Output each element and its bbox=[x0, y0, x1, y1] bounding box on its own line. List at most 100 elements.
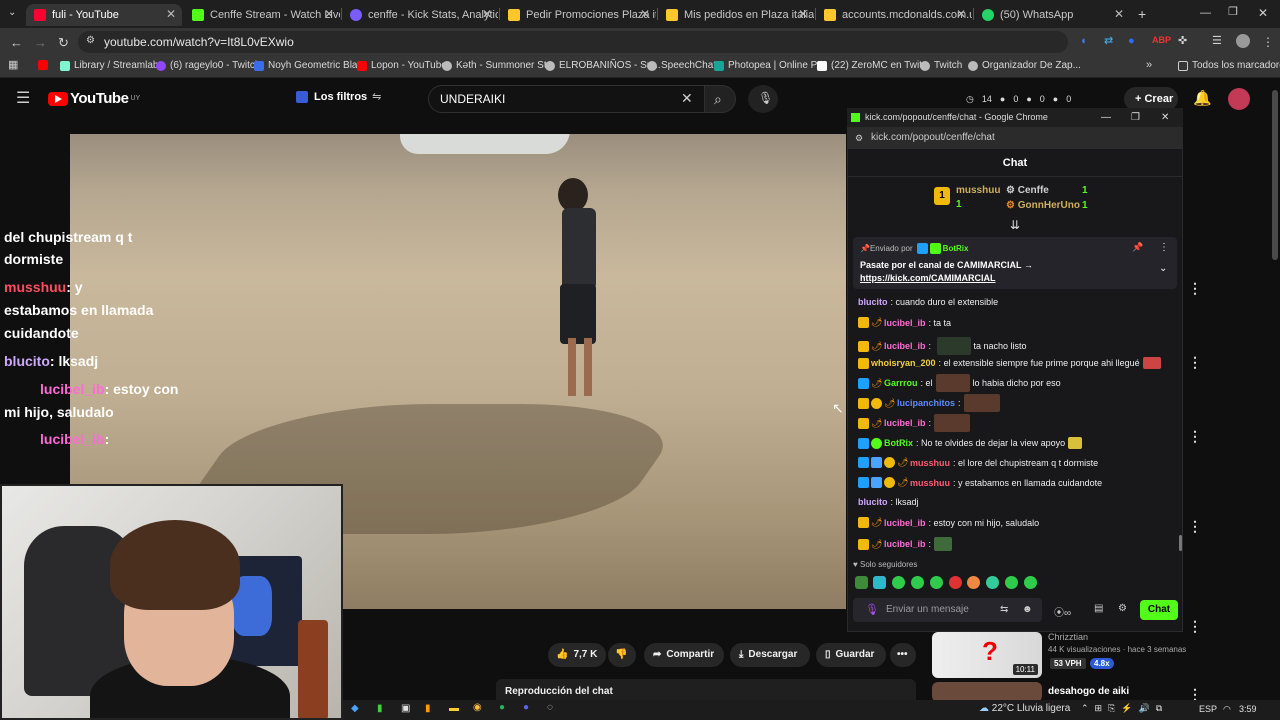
share-button[interactable]: ➦ Compartir bbox=[644, 643, 724, 667]
hamburger-icon[interactable]: ☰ bbox=[16, 91, 30, 107]
bookmark-item[interactable]: Lopon - YouTube bbox=[357, 60, 447, 71]
rewards-icon[interactable]: ⦿∞ bbox=[1054, 604, 1071, 619]
expand-leaderboard-icon[interactable]: ⇊ bbox=[1010, 218, 1020, 232]
maximize-icon[interactable]: ❐ bbox=[1228, 7, 1238, 18]
app-icon[interactable]: ▣ bbox=[401, 703, 410, 714]
close-window-icon[interactable]: ✕ bbox=[1258, 7, 1268, 19]
youtube-logo[interactable]: YouTube UY bbox=[48, 90, 140, 107]
more-actions-button[interactable]: ••• bbox=[890, 643, 916, 667]
language-indicator[interactable]: ESP bbox=[1199, 704, 1217, 714]
apps-grid-icon[interactable]: ▦ bbox=[8, 60, 18, 71]
close-icon[interactable]: ✕ bbox=[956, 7, 966, 21]
more-options-icon[interactable]: ⋮ bbox=[1188, 354, 1202, 371]
site-info-icon[interactable]: ⚙ bbox=[855, 127, 863, 149]
like-button[interactable]: 👍 7,7 K bbox=[548, 643, 606, 667]
wifi-icon[interactable]: ◠ bbox=[1223, 704, 1231, 715]
tab-mis-pedidos[interactable]: Mis pedidos en Plaza italia itl | ✕ bbox=[658, 4, 814, 26]
emote[interactable] bbox=[855, 576, 868, 589]
download-button[interactable]: ⤓ Descargar bbox=[730, 643, 810, 667]
reload-icon[interactable]: ↻ bbox=[58, 36, 69, 49]
minimize-icon[interactable]: — bbox=[1200, 8, 1211, 19]
more-options-icon[interactable]: ⋮ bbox=[1188, 518, 1202, 535]
mic-icon[interactable]: 🎙 bbox=[865, 603, 879, 616]
emote[interactable] bbox=[1005, 576, 1018, 589]
scrollbar[interactable] bbox=[1272, 90, 1278, 260]
forward-icon[interactable]: → bbox=[34, 36, 47, 49]
reading-list-icon[interactable]: ☰ bbox=[1212, 36, 1222, 47]
weather-widget[interactable]: ☁ 22°C Lluvia ligera bbox=[979, 703, 1070, 714]
tab-whatsapp[interactable]: (50) WhatsApp ✕ bbox=[974, 4, 1130, 26]
bookmark-item[interactable]: Photopea | Online P... bbox=[714, 60, 824, 71]
bookmark-item[interactable] bbox=[38, 60, 52, 70]
emote[interactable] bbox=[967, 576, 980, 589]
extensions-puzzle-icon[interactable]: ✜ bbox=[1178, 36, 1187, 47]
emote[interactable] bbox=[1024, 576, 1037, 589]
filters-button[interactable]: Los filtros ⇋ bbox=[296, 90, 381, 103]
extension-icon[interactable]: ⇄ bbox=[1104, 36, 1113, 47]
emote[interactable] bbox=[986, 576, 999, 589]
emoji-icon[interactable]: ☻ bbox=[1022, 604, 1033, 615]
search-button[interactable]: ⌕ bbox=[704, 85, 736, 113]
translate-icon[interactable]: ⇆ bbox=[1000, 604, 1008, 615]
app-icon[interactable]: ▮ bbox=[425, 703, 431, 714]
emote[interactable] bbox=[930, 576, 943, 589]
side-video-thumbnail[interactable] bbox=[932, 682, 1042, 702]
side-video-title[interactable]: desahogo de aiki bbox=[1048, 686, 1129, 697]
bookmark-item[interactable]: Twitch bbox=[920, 60, 962, 71]
minimize-icon[interactable]: — bbox=[1101, 108, 1111, 127]
back-icon[interactable]: ← bbox=[10, 36, 23, 49]
dislike-button[interactable]: 👎 bbox=[608, 643, 636, 667]
channel-name[interactable]: Chrizztian bbox=[1048, 632, 1088, 642]
bookmark-item[interactable]: Kəth - Summoner St... bbox=[442, 60, 555, 71]
discord-icon[interactable]: ● bbox=[523, 702, 529, 713]
bookmark-item[interactable]: Library / Streamlabs bbox=[60, 60, 163, 71]
profile-avatar[interactable] bbox=[1236, 34, 1250, 48]
folder-icon[interactable]: ▬ bbox=[449, 703, 459, 714]
save-button[interactable]: ▯ Guardar bbox=[816, 643, 886, 667]
settings-gear-icon[interactable]: ⚙ bbox=[1118, 603, 1127, 614]
close-window-icon[interactable]: ✕ bbox=[1161, 108, 1169, 127]
tab-accounts[interactable]: accounts.mcdonalds.com.uy/fo ✕ bbox=[816, 4, 972, 26]
extension-icon[interactable]: ◖ bbox=[1080, 36, 1087, 47]
chat-scrollbar[interactable] bbox=[1179, 535, 1182, 551]
system-tray-icons[interactable]: ⌃⊞⎘⚡🔊⧉ bbox=[1081, 703, 1168, 714]
search-input[interactable]: UNDERAIKI bbox=[428, 85, 706, 113]
more-options-icon[interactable]: ⋮ bbox=[1188, 428, 1202, 445]
leaderboard-name[interactable]: ⚙ GonnHerUno bbox=[1006, 200, 1080, 211]
emote[interactable] bbox=[892, 576, 905, 589]
new-tab-button[interactable]: + bbox=[1138, 7, 1146, 21]
steam-icon[interactable]: ◆ bbox=[351, 703, 359, 714]
close-icon[interactable]: ✕ bbox=[324, 7, 334, 21]
tab-kick-stats[interactable]: cenffe - Kick Stats, Analytics an ✕ bbox=[342, 4, 498, 26]
chevron-down-icon[interactable]: ⌄ bbox=[1159, 263, 1167, 274]
all-bookmarks[interactable]: Todos los marcadores bbox=[1178, 60, 1280, 71]
adblock-icon[interactable]: ABP bbox=[1152, 36, 1171, 45]
close-icon[interactable]: ✕ bbox=[482, 7, 492, 21]
extension-icon[interactable]: ● bbox=[1128, 36, 1135, 47]
tab-youtube[interactable]: fuli - YouTube ✕ bbox=[26, 4, 182, 26]
emote[interactable] bbox=[949, 576, 962, 589]
tab-promociones[interactable]: Pedir Promociones Plaza italia ✕ bbox=[500, 4, 656, 26]
more-options-icon[interactable]: ⋮ bbox=[1159, 242, 1169, 253]
bookmark-item[interactable]: SpeechChat bbox=[647, 60, 716, 71]
clear-search-icon[interactable]: ✕ bbox=[681, 91, 693, 105]
tab-search-icon[interactable]: ⌄ bbox=[8, 8, 16, 18]
bookmark-item[interactable]: (6) rageylo0 - Twitch bbox=[156, 60, 260, 71]
emote[interactable] bbox=[873, 576, 886, 589]
app-icon[interactable]: ◌ bbox=[547, 702, 553, 713]
send-chat-button[interactable]: Chat bbox=[1140, 600, 1178, 620]
store-icon[interactable]: ▤ bbox=[1094, 603, 1103, 614]
pinned-link[interactable]: https://kick.com/CAMIMARCIAL bbox=[860, 273, 996, 283]
clock[interactable]: 3:59 bbox=[1239, 704, 1257, 714]
more-options-icon[interactable]: ⋮ bbox=[1188, 280, 1202, 297]
message-input[interactable]: Enviar un mensaje bbox=[853, 598, 1042, 622]
spotify-icon[interactable]: ● bbox=[499, 702, 505, 713]
bookmark-item[interactable]: Noyh Geometric Bla... bbox=[254, 60, 366, 71]
more-options-icon[interactable]: ⋮ bbox=[1188, 618, 1202, 635]
close-icon[interactable]: ✕ bbox=[1114, 7, 1124, 21]
site-info-icon[interactable]: ⚙ bbox=[86, 36, 95, 46]
app-icon[interactable]: ▮ bbox=[377, 703, 383, 714]
tab-kick-stream[interactable]: Cenffe Stream - Watch Live on ✕ bbox=[184, 4, 340, 26]
bookmark-item[interactable]: Organizador De Zap... bbox=[968, 60, 1081, 71]
chrome-icon[interactable]: ◉ bbox=[473, 702, 482, 713]
